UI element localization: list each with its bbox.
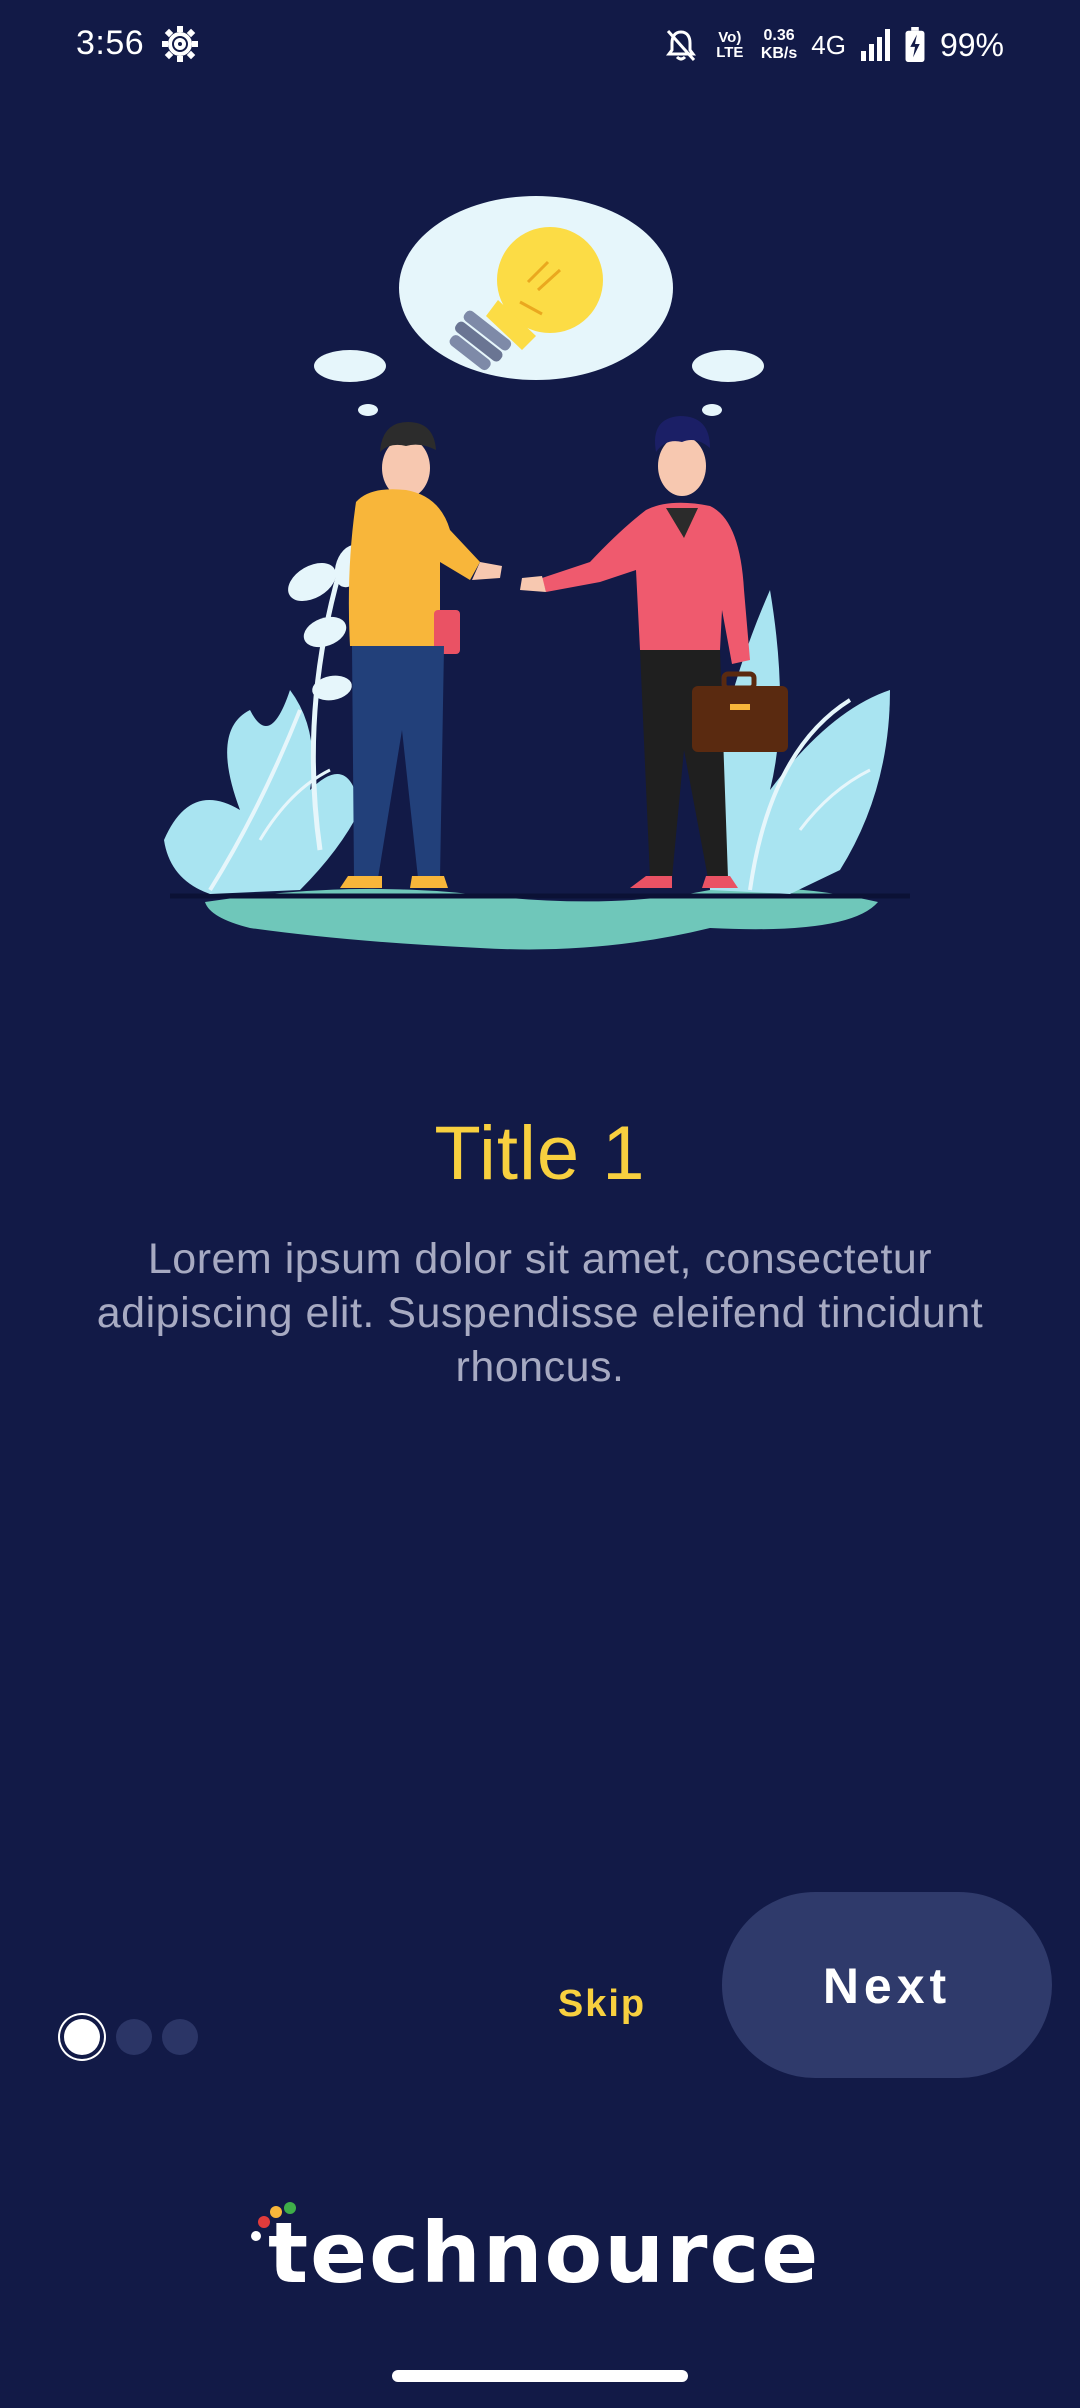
brand-logo: technource xyxy=(248,2198,848,2308)
volte-indicator: Vo) LTE xyxy=(716,29,744,61)
network-speed: 0.36 KB/s xyxy=(761,27,797,63)
page-indicator xyxy=(60,2012,198,2062)
network-type: 4G xyxy=(811,29,846,60)
network-speed-value: 0.36 xyxy=(763,27,795,44)
slide-description: Lorem ipsum dolor sit amet, consectetur … xyxy=(96,1235,984,1391)
page-dot xyxy=(162,2019,198,2055)
page-dot-active xyxy=(64,2019,100,2055)
logo-text: technource xyxy=(268,2204,821,2302)
home-indicator[interactable] xyxy=(392,2370,688,2382)
page-dot xyxy=(116,2019,152,2055)
skip-button[interactable]: Skip xyxy=(532,1968,672,2038)
network-speed-unit: KB/s xyxy=(760,45,798,62)
status-icons: Vo) LTE 0.36 KB/s 4G 99% xyxy=(663,22,1004,68)
bell-off-icon xyxy=(665,29,696,62)
signal-icon xyxy=(860,29,890,61)
status-bar: 3:56 Vo) LTE 0.36 KB/s 4G 99% xyxy=(0,0,1080,92)
battery-percent: 99% xyxy=(939,26,1004,63)
status-time: 3:56 xyxy=(76,24,145,62)
slide-title: Title 1 xyxy=(434,1111,646,1196)
battery-charging-icon xyxy=(905,27,925,63)
next-button[interactable]: Next xyxy=(722,1892,1052,2078)
gear-icon xyxy=(162,26,198,62)
handshake-idea-illustration xyxy=(164,196,910,950)
onboarding-screen: 3:56 Vo) LTE 0.36 KB/s 4G 99% Title 1 Lo… xyxy=(0,0,1080,2408)
